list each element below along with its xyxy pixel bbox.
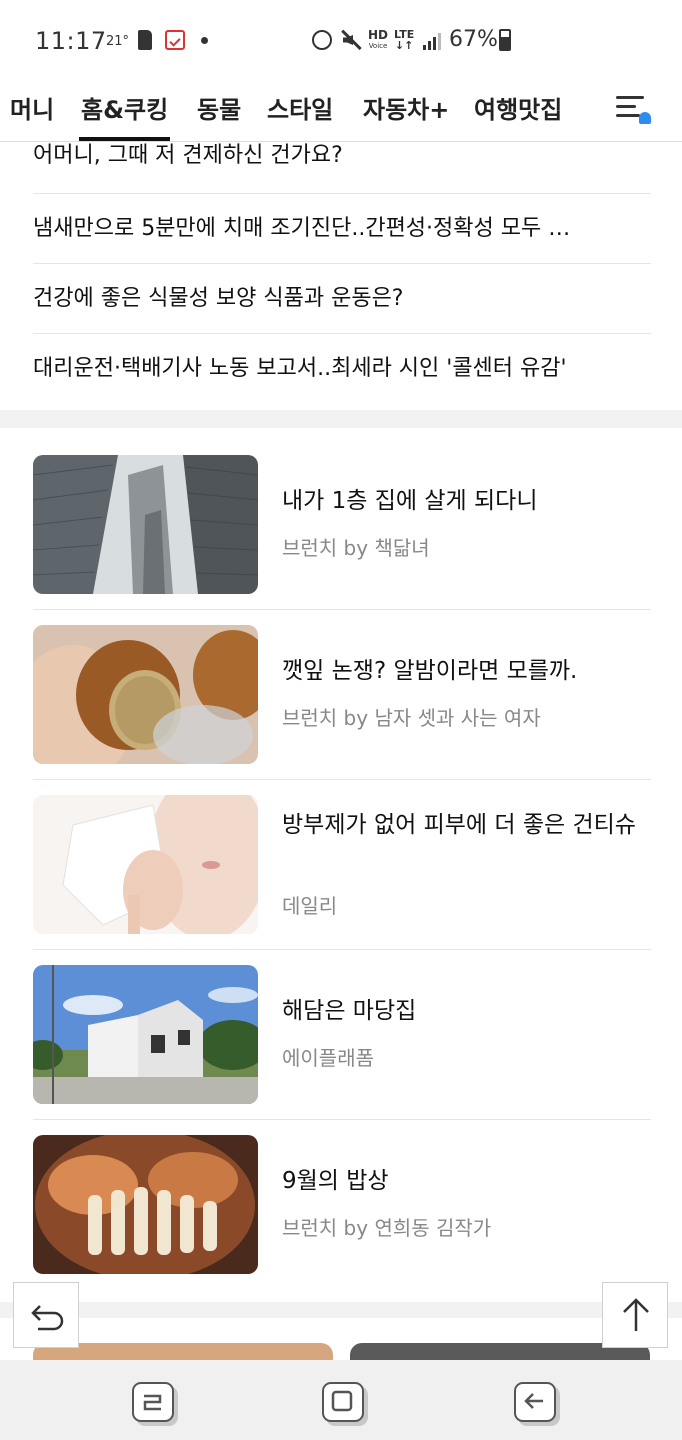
tab-money[interactable]: 머니 [10,90,54,125]
status-temperature: 21° [106,34,130,49]
alarm-icon [312,30,332,50]
article-item[interactable]: 9월의 밥상 브런치 by 연희동 김작가 [33,1120,651,1290]
article-list: 내가 1층 집에 살게 되다니 브런치 by 책닮녀 깻잎 논쟁? 알밤이라면 … [33,440,651,1290]
article-item[interactable]: 해담은 마당집 에이플래폼 [33,950,651,1120]
lte-icon: LTE ↓↑ [394,28,415,52]
article-source: 에이플래폼 [282,1046,374,1070]
list-item[interactable]: 건강에 좋은 식물성 보양 식품과 운동은? [33,264,651,334]
hd-voice-icon: HD Voice [368,28,389,50]
article-thumbnail-chestnut [33,625,258,764]
article-item[interactable]: 내가 1층 집에 살게 되다니 브런치 by 책닮녀 [33,440,651,610]
notification-bell-icon [639,112,651,124]
article-thumbnail-tissue [33,795,258,934]
article-item[interactable]: 방부제가 없어 피부에 더 좋은 건티슈 데일리 [33,780,651,950]
article-source: 브런치 by 책닮녀 [282,536,430,560]
tab-animals[interactable]: 동물 [197,90,241,125]
recent-apps-icon[interactable] [132,1382,174,1422]
article-source: 데일리 [282,894,338,918]
article-title: 내가 1층 집에 살게 되다니 [282,488,538,514]
text-news-list: 어머니, 그때 저 견제하신 건가요? 냄새만으로 5분만에 치매 조기진단..… [33,124,651,404]
undo-arrow-icon [31,1305,64,1331]
calendar-icon [165,30,185,50]
mute-icon [340,29,362,51]
undo-button[interactable] [13,1282,79,1348]
article-title: 깻잎 논쟁? 알밤이라면 모를까. [282,658,578,684]
battery-percent: 67% [449,27,498,52]
tab-style[interactable]: 스타일 [267,90,333,125]
article-item[interactable]: 깻잎 논쟁? 알밤이라면 모를까. 브런치 by 남자 셋과 사는 여자 [33,610,651,780]
article-source: 브런치 by 남자 셋과 사는 여자 [282,706,541,730]
scroll-to-top-icon [623,1298,649,1331]
status-bar: 11:17 21° HD Voice LTE ↓↑ 67% [0,0,682,80]
system-nav-bar [0,1360,682,1440]
tab-auto[interactable]: 자동차+ [363,90,449,125]
tab-travel-food[interactable]: 여행맛집 [474,90,562,125]
article-thumbnail-house [33,965,258,1104]
sd-card-icon [138,30,152,50]
section-divider [0,1302,682,1318]
status-time: 11:17 [35,27,107,55]
signal-icon [421,30,441,50]
article-title: 9월의 밥상 [282,1168,389,1194]
article-thumbnail-crab [33,1135,258,1274]
tab-home-cooking[interactable]: 홈&쿠킹 [78,90,171,141]
back-icon[interactable] [514,1382,556,1422]
notification-dot-icon [201,37,208,44]
list-item[interactable]: 냄새만으로 5분만에 치매 조기진단..간편성·정확성 모두 … [33,194,651,264]
section-divider [0,410,682,428]
article-source: 브런치 by 연희동 김작가 [282,1216,492,1240]
article-title: 방부제가 없어 피부에 더 좋은 건티슈 [282,812,636,838]
list-item[interactable]: 어머니, 그때 저 견제하신 건가요? [33,124,651,194]
home-icon[interactable] [322,1382,364,1422]
list-item[interactable]: 대리운전·택배기사 노동 보고서..최세라 시인 '콜센터 유감' [33,334,651,404]
battery-icon [499,29,511,51]
article-title: 해담은 마당집 [282,998,417,1024]
scroll-to-top-button[interactable] [602,1282,668,1348]
article-thumbnail-apartments [33,455,258,594]
